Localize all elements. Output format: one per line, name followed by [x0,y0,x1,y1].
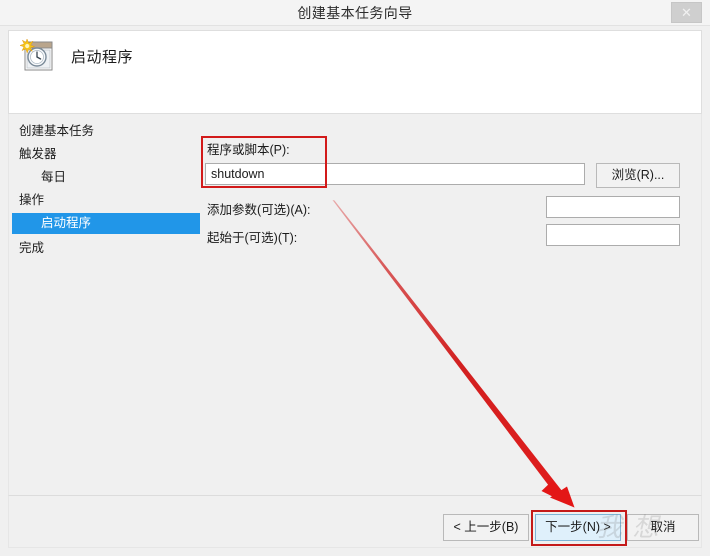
arguments-input[interactable] [546,196,680,218]
sidebar-item-start-program[interactable]: 启动程序 [12,213,200,234]
sidebar-item-label: 启动程序 [41,216,92,230]
sidebar-item-create-basic-task[interactable]: 创建基本任务 [9,121,201,142]
program-input[interactable] [205,163,585,185]
arguments-label: 添加参数(可选)(A): [207,203,311,217]
sidebar-item-action[interactable]: 操作 [9,190,201,211]
start-in-input[interactable] [546,224,680,246]
back-button[interactable]: < 上一步(B) [443,514,529,541]
sidebar-item-label: 操作 [19,193,45,207]
wizard-steps-sidebar: 创建基本任务 触发器 每日 操作 启动程序 完成 [9,114,201,495]
close-glyph: ✕ [681,5,692,20]
sidebar-item-trigger[interactable]: 触发器 [9,144,201,165]
close-icon[interactable]: ✕ [671,2,702,23]
next-button[interactable]: 下一步(N) > [535,514,621,541]
cancel-button[interactable]: 取消 [627,514,699,541]
wizard-header-panel: 启动程序 [8,30,702,114]
browse-button[interactable]: 浏览(R)... [596,163,680,188]
sidebar-item-label: 触发器 [19,147,57,161]
start-in-label: 起始于(可选)(T): [207,231,298,245]
sidebar-item-daily[interactable]: 每日 [9,167,201,188]
sidebar-item-label: 创建基本任务 [19,124,95,138]
window-title: 创建基本任务向导 [297,5,413,21]
title-bar: 创建基本任务向导 ✕ [0,0,710,26]
sidebar-item-label: 每日 [41,170,67,184]
sidebar-item-finish[interactable]: 完成 [9,238,201,259]
sidebar-item-label: 完成 [19,241,45,255]
create-basic-task-wizard-window: 创建基本任务向导 ✕ 启动程序 创建基本任务 触发器 每日 操作 启动程序 完成… [0,0,710,556]
program-label: 程序或脚本(P): [207,143,290,157]
page-title: 启动程序 [71,49,134,66]
task-scheduler-clock-icon [19,38,53,71]
